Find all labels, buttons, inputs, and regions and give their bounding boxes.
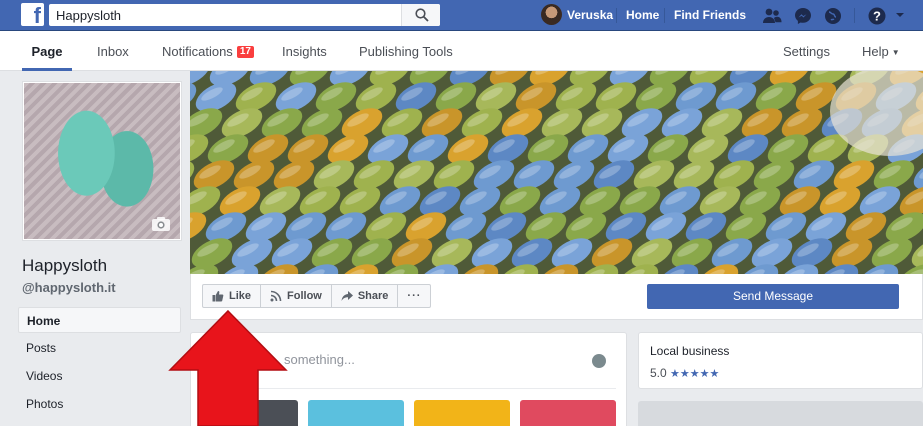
profile-picture[interactable] — [22, 81, 182, 241]
home-link[interactable]: Home — [626, 0, 659, 31]
tab-label: Page — [31, 44, 63, 59]
knitted-yarn-image — [190, 71, 923, 274]
share-label: Share — [357, 290, 389, 302]
rss-follow-icon — [270, 290, 282, 302]
left-nav-label: Videos — [26, 369, 63, 383]
tab-label: Settings — [783, 44, 830, 59]
send-message-label: Send Message — [732, 289, 814, 303]
tab-settings[interactable]: Settings — [783, 31, 830, 71]
tab-insights[interactable]: Insights — [282, 31, 327, 71]
tab-label: Publishing Tools — [359, 44, 453, 59]
follow-label: Follow — [287, 290, 322, 302]
page-title[interactable]: Happysloth — [22, 256, 107, 276]
page-rating[interactable]: 5.0 ★★★★★ — [650, 366, 719, 380]
help-icon[interactable]: ? — [867, 6, 887, 26]
page-action-bar: Like Follow Share ··· Send Message — [190, 274, 923, 320]
audience-globe-icon[interactable] — [592, 354, 606, 368]
user-avatar[interactable] — [541, 4, 562, 25]
send-message-button[interactable]: Send Message — [647, 284, 899, 309]
tab-publishing-tools[interactable]: Publishing Tools — [359, 31, 453, 71]
facebook-logo-icon[interactable]: f — [21, 3, 44, 28]
page-username[interactable]: @happysloth.it — [22, 280, 116, 295]
thumbs-up-icon — [212, 291, 224, 302]
friend-requests-icon[interactable] — [762, 6, 782, 26]
page-nav: Page Inbox Notifications 17 Insights Publ… — [0, 31, 923, 71]
post-type-tile-offer[interactable] — [414, 400, 510, 426]
like-label: Like — [229, 290, 252, 302]
search-box[interactable]: Happysloth — [49, 4, 440, 26]
more-options-button[interactable]: ··· — [397, 284, 432, 308]
divider — [664, 8, 665, 23]
search-input[interactable]: Happysloth — [56, 8, 121, 23]
rating-stars-icon: ★★★★★ — [670, 368, 720, 380]
tab-label: Inbox — [97, 44, 129, 59]
divider — [616, 8, 617, 23]
chevron-down-icon: ▼ — [891, 48, 900, 57]
top-bar: f Happysloth Veruska Home Find Friends ? — [0, 0, 923, 31]
right-column-panel — [638, 401, 923, 426]
page-info-card: Local business 5.0 ★★★★★ — [638, 332, 923, 389]
notifications-globe-icon[interactable] — [823, 6, 843, 26]
cover-photo[interactable] — [190, 71, 923, 274]
tab-page[interactable]: Page — [22, 31, 72, 71]
composer-placeholder[interactable]: something... — [284, 352, 355, 367]
user-name-link[interactable]: Veruska — [567, 0, 613, 31]
notification-count-badge: 17 — [236, 46, 254, 58]
tab-inbox[interactable]: Inbox — [97, 31, 129, 71]
account-menu-caret-icon[interactable] — [895, 10, 905, 20]
share-arrow-icon — [341, 291, 353, 301]
find-friends-link[interactable]: Find Friends — [674, 0, 746, 31]
page-category: Local business — [650, 344, 730, 358]
tab-label: Insights — [282, 44, 327, 59]
divider — [854, 8, 855, 23]
tab-notifications[interactable]: Notifications 17 — [162, 31, 254, 71]
messenger-icon[interactable] — [793, 6, 813, 26]
left-nav-label: Posts — [26, 341, 57, 355]
post-type-tile-video[interactable] — [520, 400, 616, 426]
left-nav-home[interactable]: Home — [18, 307, 181, 333]
tab-help[interactable]: Help ▼ — [862, 31, 900, 71]
like-button[interactable]: Like — [202, 284, 262, 308]
follow-button[interactable]: Follow — [260, 284, 332, 308]
action-button-group: Like Follow Share ··· — [202, 284, 432, 308]
left-nav-videos[interactable]: Videos — [18, 363, 181, 389]
more-options-icon: ··· — [407, 290, 422, 302]
left-nav-photos[interactable]: Photos — [18, 391, 181, 417]
tab-label: Notifications — [162, 44, 233, 59]
left-nav-label: Photos — [26, 397, 64, 411]
red-arrow-annotation — [168, 309, 288, 426]
svg-text:?: ? — [873, 9, 881, 24]
left-nav-posts[interactable]: Posts — [18, 335, 181, 361]
rating-value: 5.0 — [650, 366, 667, 380]
search-icon — [415, 8, 429, 22]
camera-icon[interactable] — [151, 216, 171, 232]
share-button[interactable]: Share — [330, 284, 399, 308]
post-type-tile-event[interactable] — [308, 400, 404, 426]
tab-label: Help — [862, 44, 889, 59]
search-button[interactable] — [401, 4, 440, 26]
left-nav-label: Home — [27, 314, 61, 328]
